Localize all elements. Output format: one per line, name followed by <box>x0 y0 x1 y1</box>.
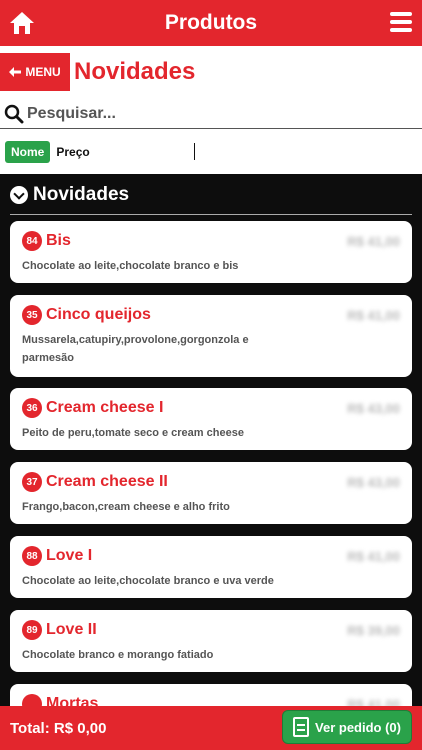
page-title: Produtos <box>164 11 258 34</box>
menu-button-label: MENU <box>25 65 61 79</box>
view-order-label: Ver pedido (0) <box>315 719 401 735</box>
product-code-badge: 88 <box>22 546 42 566</box>
product-name: Love II <box>46 621 97 638</box>
product-code-badge: 37 <box>22 472 42 492</box>
hamburger-menu-icon[interactable] <box>390 12 412 32</box>
product-description: Chocolate ao leite,chocolate branco e bi… <box>22 260 239 272</box>
text-cursor <box>194 143 195 160</box>
home-icon[interactable] <box>8 10 36 36</box>
document-icon <box>293 717 310 737</box>
category-heading: Novidades <box>74 58 196 85</box>
product-name: Cinco queijos <box>46 306 151 323</box>
sort-by-price-button[interactable]: Preço <box>56 145 89 159</box>
product-description: Chocolate ao leite,chocolate branco e uv… <box>22 575 274 587</box>
list-divider <box>10 214 412 215</box>
product-list: Novidades 84 Bis R$ 41,00 Chocolate ao l… <box>0 174 422 706</box>
list-collapse-toggle[interactable]: Novidades <box>10 184 129 206</box>
product-name: Cream cheese I <box>46 399 164 416</box>
search-bar <box>0 99 422 129</box>
product-price: R$ 41,00 <box>347 548 400 564</box>
top-bar: Produtos <box>0 0 422 46</box>
search-icon <box>4 104 24 123</box>
product-card[interactable]: 36 Cream cheese I R$ 43,00 Peito de peru… <box>10 388 412 450</box>
product-card[interactable]: 84 Bis R$ 41,00 Chocolate ao leite,choco… <box>10 221 412 283</box>
product-card[interactable]: 88 Love I R$ 41,00 Chocolate ao leite,ch… <box>10 536 412 598</box>
product-price: R$ 41,00 <box>347 307 400 323</box>
product-name: Bis <box>46 232 71 249</box>
product-price: R$ 43,00 <box>347 400 400 416</box>
bottom-bar: Total: R$ 0,00 Ver pedido (0) <box>0 706 422 750</box>
product-description: Mussarela,catupiry,provolone,gorgonzola … <box>22 334 249 364</box>
product-price: R$ 41,00 <box>347 233 400 249</box>
product-price: R$ 41,00 <box>347 696 400 707</box>
view-order-button[interactable]: Ver pedido (0) <box>282 710 412 744</box>
product-price: R$ 39,00 <box>347 622 400 638</box>
product-name: Mortas <box>46 695 99 706</box>
section-header: MENU Novidades <box>0 52 422 92</box>
product-code-badge: 36 <box>22 398 42 418</box>
product-code-badge: 35 <box>22 305 42 325</box>
product-card[interactable]: 37 Cream cheese II R$ 43,00 Frango,bacon… <box>10 462 412 524</box>
product-name: Love I <box>46 547 93 564</box>
product-card[interactable]: Mortas R$ 41,00 <box>10 684 412 706</box>
search-input[interactable] <box>27 104 407 123</box>
product-description: Chocolate branco e morango fatiado <box>22 649 214 661</box>
sort-toggle: Nome Preço <box>0 140 422 164</box>
product-price: R$ 43,00 <box>347 474 400 490</box>
product-code-badge: 89 <box>22 620 42 640</box>
product-code-badge: 84 <box>22 231 42 251</box>
arrow-left-icon <box>9 67 22 77</box>
product-description: Peito de peru,tomate seco e cream cheese <box>22 427 244 439</box>
chevron-down-circle-icon <box>10 186 28 204</box>
product-description: Frango,bacon,cream cheese e alho frito <box>22 501 230 513</box>
product-card[interactable]: 35 Cinco queijos R$ 41,00 Mussarela,catu… <box>10 295 412 377</box>
product-name: Cream cheese II <box>46 473 168 490</box>
back-to-menu-button[interactable]: MENU <box>0 53 70 91</box>
product-code-badge <box>22 694 42 706</box>
order-total: Total: R$ 0,00 <box>10 719 107 737</box>
list-title: Novidades <box>33 184 130 205</box>
sort-by-name-button[interactable]: Nome <box>5 141 51 163</box>
product-card[interactable]: 89 Love II R$ 39,00 Chocolate branco e m… <box>10 610 412 672</box>
